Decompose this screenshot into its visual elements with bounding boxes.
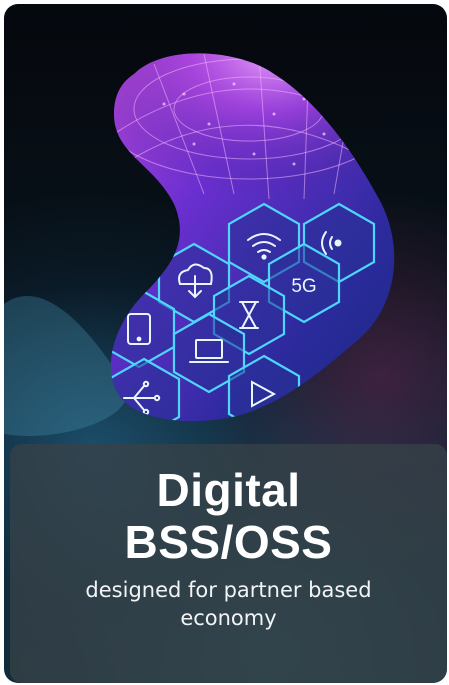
headline-line-2: BSS/OSS bbox=[124, 516, 333, 568]
tagline: designed for partner based economy bbox=[85, 578, 372, 630]
headline-panel: Digital BSS/OSS designed for partner bas… bbox=[10, 444, 447, 683]
headline-line-1: Digital bbox=[156, 464, 301, 516]
hero-artwork: 5G bbox=[4, 53, 395, 436]
promo-card[interactable]: 5G Digital BSS/OSS designed for partner … bbox=[4, 4, 447, 683]
headline: Digital BSS/OSS bbox=[10, 444, 447, 568]
5g-label: 5G bbox=[291, 276, 316, 297]
